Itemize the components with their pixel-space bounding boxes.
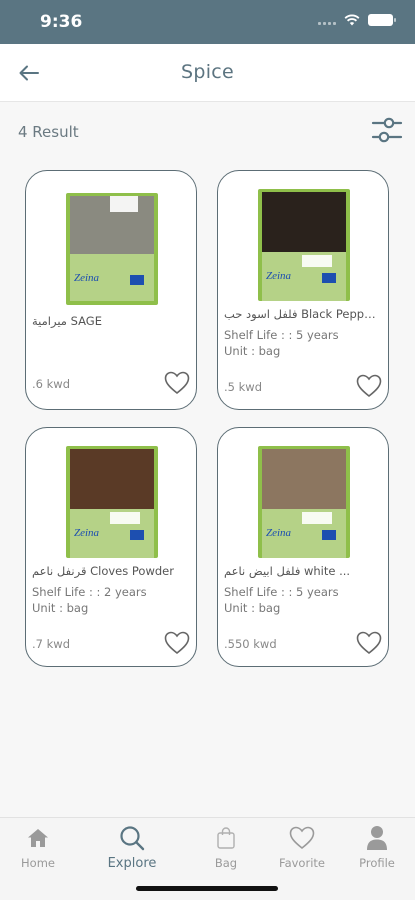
heart-icon (356, 631, 382, 655)
product-image: Zeina (258, 446, 350, 558)
product-image: Zeina (66, 446, 158, 558)
product-price: .7 kwd (32, 637, 70, 651)
header: Spice (0, 44, 415, 102)
product-card-sage[interactable]: Zeina ميرامية SAGE .6 kwd (25, 170, 197, 410)
favorite-button[interactable] (356, 374, 382, 398)
tab-favorite[interactable]: Favorite (267, 824, 337, 870)
wifi-icon (344, 14, 360, 26)
tab-bag[interactable]: Bag (191, 824, 261, 870)
unit: Unit : bag (32, 601, 89, 615)
page-title: Spice (180, 61, 235, 83)
heart-icon (164, 631, 190, 655)
tab-label: Home (21, 856, 55, 870)
search-icon (120, 826, 145, 851)
product-price: .550 kwd (224, 637, 277, 651)
signal-icon (318, 15, 336, 25)
bag-icon (217, 827, 235, 849)
status-bar: 9:36 (0, 0, 415, 44)
favorite-button[interactable] (164, 631, 190, 655)
heart-icon (164, 371, 190, 395)
tab-explore[interactable]: Explore (97, 824, 167, 871)
tab-label: Profile (359, 856, 395, 870)
product-name: قرنفل ناعم Cloves Powder (32, 564, 174, 578)
heart-icon (356, 374, 382, 398)
tab-label: Favorite (279, 856, 325, 870)
product-name: فلفل اسود حب Black Pepper... (224, 307, 380, 321)
profile-icon (367, 826, 387, 850)
package-contents (70, 449, 154, 509)
tab-label: Explore (107, 856, 157, 871)
status-time: 9:36 (40, 12, 83, 32)
shelf-life: Shelf Life : : 5 years (224, 328, 339, 342)
brand-logo: Zeina (266, 270, 292, 282)
battery-icon (368, 14, 396, 26)
heart-icon (289, 826, 315, 850)
product-name: ميرامية SAGE (32, 314, 102, 328)
product-image: Zeina (66, 193, 158, 305)
product-price: .5 kwd (224, 380, 262, 394)
favorite-button[interactable] (356, 631, 382, 655)
unit: Unit : bag (224, 344, 281, 358)
product-card-white-pepper[interactable]: Zeina فلفل ابيض ناعم white ... Shelf Lif… (217, 427, 389, 667)
brand-logo: Zeina (74, 527, 100, 539)
tab-label: Bag (214, 856, 238, 870)
product-name: فلفل ابيض ناعم white ... (224, 564, 351, 578)
product-card-cloves-powder[interactable]: Zeina قرنفل ناعم Cloves Powder Shelf Lif… (25, 427, 197, 667)
shelf-life: Shelf Life : : 2 years (32, 585, 147, 599)
package-contents (262, 192, 346, 252)
brand-logo: Zeina (266, 527, 292, 539)
tab-home[interactable]: Home (3, 824, 73, 870)
favorite-button[interactable] (164, 371, 190, 395)
filter-button[interactable] (370, 114, 404, 146)
home-icon (28, 829, 48, 847)
shelf-life: Shelf Life : : 5 years (224, 585, 339, 599)
tab-profile[interactable]: Profile (342, 824, 412, 870)
status-icons (318, 14, 396, 26)
package-contents (262, 449, 346, 509)
filter-sliders-icon (371, 117, 403, 143)
brand-logo: Zeina (74, 272, 100, 284)
product-card-black-pepper[interactable]: Zeina فلفل اسود حب Black Pepper... Shelf… (217, 170, 389, 410)
unit: Unit : bag (224, 601, 281, 615)
home-indicator (136, 886, 278, 891)
product-price: .6 kwd (32, 377, 70, 391)
product-image: Zeina (258, 189, 350, 301)
result-count: 4 Result (18, 123, 79, 141)
